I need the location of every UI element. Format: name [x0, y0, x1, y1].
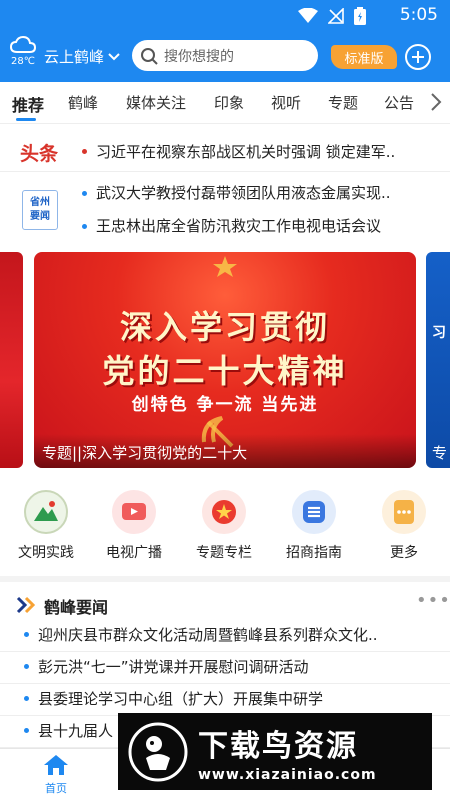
- list-item[interactable]: 迎州庆县市群众文化活动周暨鹤峰县系列群众文化..: [0, 620, 450, 652]
- city-name: 云上鹤峰: [44, 48, 105, 66]
- quick-link-civilization[interactable]: 文明实践: [6, 490, 86, 562]
- watermark-url: www.xiazainiao.com: [198, 766, 377, 783]
- status-bar: 5:05: [0, 0, 450, 32]
- add-icon[interactable]: [404, 43, 432, 71]
- chevron-right-icon[interactable]: [430, 92, 442, 112]
- nav-label: 首页: [45, 782, 67, 795]
- list-icon: [292, 490, 336, 534]
- next-banner-text: 习: [432, 325, 446, 341]
- status-icons: [298, 7, 366, 25]
- list-item-text: 县委理论学习中心组（扩大）开展集中研学: [38, 690, 324, 708]
- active-tab-indicator: [16, 118, 36, 121]
- tv-icon: [112, 490, 156, 534]
- watermark-logo: [128, 722, 188, 781]
- banner-carousel[interactable]: 深入学习贯彻 党的二十大精神 创特色 争一流 当先进 专题||深入学习贯彻党的二…: [0, 252, 450, 470]
- list-item-text: 彭元洪“七一”讲党课并开展慰问调研活动: [38, 658, 309, 676]
- list-item[interactable]: 武汉大学教授付磊带领团队用液态金属实现..: [96, 182, 436, 203]
- list-bullet: [82, 224, 87, 229]
- search-input[interactable]: 搜你想搜的: [132, 40, 318, 71]
- list-bullet: [24, 728, 29, 733]
- quick-link-special[interactable]: 专题专栏: [184, 490, 264, 562]
- tab-media[interactable]: 媒体关注: [126, 92, 186, 113]
- no-signal-icon: [328, 8, 344, 24]
- prev-banner-card[interactable]: [0, 252, 23, 468]
- search-placeholder: 搜你想搜的: [164, 48, 234, 65]
- quick-link-investment[interactable]: 招商指南: [274, 490, 354, 562]
- banner-caption: 专题||深入学习贯彻党的二十大: [34, 434, 416, 468]
- party-emblem-icon: [213, 256, 237, 277]
- next-banner-caption: 专: [432, 444, 448, 462]
- app-header: 28℃ 云上鹤峰 搜你想搜的 标准版: [0, 34, 450, 80]
- banner-card[interactable]: 深入学习贯彻 党的二十大精神 创特色 争一流 当先进 专题||深入学习贯彻党的二…: [34, 252, 416, 468]
- tab-notice[interactable]: 公告: [384, 92, 414, 113]
- section-arrow-icon: [16, 596, 36, 614]
- civilization-icon: [24, 490, 68, 534]
- home-icon: [44, 755, 68, 775]
- app-screen: 5:05 28℃ 云上鹤峰 搜你想搜的 标准版 推荐 鹤峰 媒体关注 印象 视听…: [0, 0, 450, 800]
- more-icon: [382, 490, 426, 534]
- tab-impression[interactable]: 印象: [214, 92, 244, 113]
- list-item-text: 迎州庆县市群众文化活动周暨鹤峰县系列群众文化..: [38, 626, 378, 644]
- list-bullet: [24, 696, 29, 701]
- watermark: 下载鸟资源 www.xiazainiao.com: [118, 713, 432, 790]
- list-bullet: [82, 191, 87, 196]
- provincial-news: 省州 要闻 武汉大学教授付磊带领团队用液态金属实现.. 王忠林出席全省防汛救灾工…: [0, 178, 450, 244]
- next-banner-card[interactable]: 习 专: [426, 252, 450, 468]
- tab-video[interactable]: 视听: [271, 92, 301, 113]
- tab-recommend[interactable]: 推荐: [12, 92, 44, 116]
- badge-line-1: 省州: [30, 197, 50, 208]
- list-bullet: [24, 632, 29, 637]
- section-divider: [0, 576, 450, 582]
- headline-row[interactable]: 头条 习近平在视察东部战区机关时强调 锁定建军..: [0, 130, 450, 172]
- provincial-badge: 省州 要闻: [22, 190, 58, 230]
- headline-bullet: [82, 149, 87, 154]
- cloud-icon: [9, 35, 37, 53]
- quick-link-label: 文明实践: [18, 545, 74, 561]
- list-item[interactable]: 县委理论学习中心组（扩大）开展集中研学: [0, 684, 450, 716]
- search-icon: [141, 47, 158, 65]
- quick-link-label: 更多: [390, 545, 418, 561]
- wifi-icon: [298, 8, 318, 23]
- more-options-icon[interactable]: •••: [416, 590, 450, 611]
- quick-link-label: 电视广播: [106, 545, 162, 561]
- list-item[interactable]: 王忠林出席全省防汛救灾工作电视电话会议: [96, 215, 436, 236]
- quick-link-tv[interactable]: 电视广播: [94, 490, 174, 562]
- headline-text[interactable]: 习近平在视察东部战区机关时强调 锁定建军..: [96, 141, 436, 162]
- quick-link-label: 专题专栏: [196, 545, 252, 561]
- weather-temperature: 28℃: [11, 56, 35, 67]
- headline-label: 头条: [20, 143, 59, 165]
- quick-link-label: 招商指南: [286, 545, 342, 561]
- local-news-header: 鹤峰要闻 •••: [0, 588, 450, 620]
- edition-button[interactable]: 标准版: [331, 45, 397, 69]
- banner-title-line-2: 党的二十大精神: [102, 352, 348, 390]
- tab-special[interactable]: 专题: [328, 92, 358, 113]
- weather-widget[interactable]: 28℃: [8, 35, 38, 67]
- tab-hefeng[interactable]: 鹤峰: [68, 92, 98, 113]
- battery-icon: [354, 7, 366, 25]
- city-selector[interactable]: 云上鹤峰: [44, 46, 120, 67]
- quick-link-more[interactable]: 更多: [364, 490, 444, 562]
- star-badge-icon: [202, 490, 246, 534]
- banner-title-line-1: 深入学习贯彻: [119, 308, 330, 346]
- chevron-down-icon: [108, 52, 120, 60]
- nav-home[interactable]: 首页: [21, 753, 91, 796]
- category-tabs: 推荐 鹤峰 媒体关注 印象 视听 专题 公告: [0, 82, 450, 124]
- list-item[interactable]: 彭元洪“七一”讲党课并开展慰问调研活动: [0, 652, 450, 684]
- section-title: 鹤峰要闻: [44, 598, 109, 617]
- watermark-text: 下载鸟资源 www.xiazainiao.com: [198, 721, 377, 783]
- list-bullet: [24, 664, 29, 669]
- status-time: 5:05: [399, 5, 438, 25]
- quick-links: 文明实践 电视广播 专题专栏 招商指南 更多: [0, 490, 450, 572]
- badge-line-2: 要闻: [30, 211, 50, 222]
- watermark-title: 下载鸟资源: [198, 728, 358, 764]
